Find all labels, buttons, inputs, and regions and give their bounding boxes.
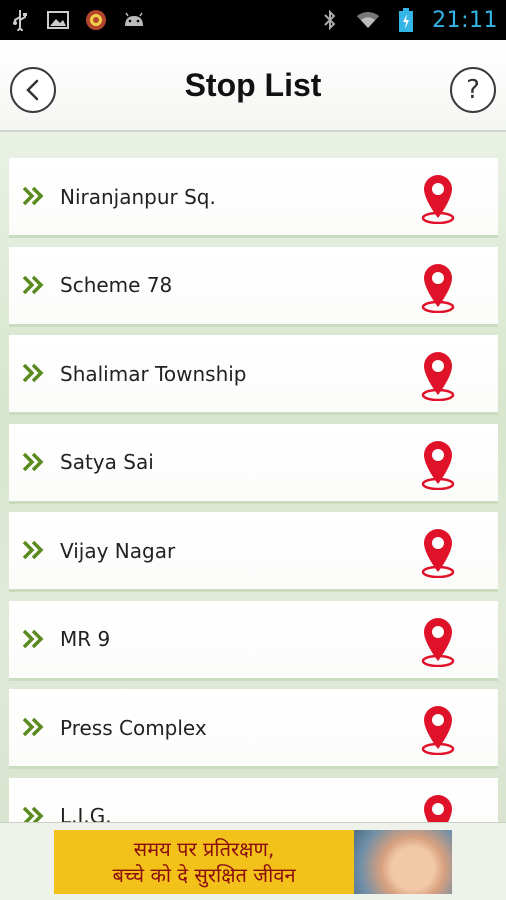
double-chevron-icon — [22, 540, 44, 560]
stop-row[interactable]: L.I.G. — [9, 777, 498, 823]
map-pin-icon[interactable] — [418, 615, 458, 667]
map-pin-icon[interactable] — [418, 349, 458, 401]
stop-row[interactable]: Niranjanpur Sq. — [9, 158, 498, 238]
banner-child-photo — [354, 830, 452, 894]
stop-name: Vijay Nagar — [60, 538, 176, 563]
usb-icon — [8, 8, 32, 32]
stop-name: Satya Sai — [60, 450, 154, 474]
bluetooth-icon — [318, 8, 342, 32]
wifi-icon — [356, 8, 380, 32]
map-pin-icon[interactable] — [418, 261, 458, 313]
map-pin-icon[interactable] — [418, 792, 458, 823]
banner-line-1: समय पर प्रतिरक्षण, — [133, 837, 275, 861]
double-chevron-icon — [22, 806, 44, 822]
banner-line-2: बच्चे को दे सुरक्षित जीवन — [112, 863, 296, 887]
stop-row[interactable]: Satya Sai — [9, 423, 498, 504]
chevron-left-icon — [26, 79, 39, 101]
map-pin-icon[interactable] — [418, 172, 458, 224]
stop-name: Shalimar Township — [60, 361, 247, 386]
page-title: Stop List — [184, 66, 322, 103]
double-chevron-icon — [22, 186, 44, 206]
stop-list-area[interactable]: Niranjanpur Sq. Scheme 78 Shalimar Townshi… — [0, 132, 506, 822]
map-pin-icon[interactable] — [418, 703, 458, 755]
android-icon — [122, 8, 146, 32]
ad-banner[interactable]: समय पर प्रतिरक्षण, बच्चे को दे सुरक्षित … — [54, 830, 452, 894]
header: Stop List ? — [0, 40, 506, 132]
help-button[interactable]: ? — [450, 67, 496, 113]
stop-row[interactable]: Scheme 78 — [9, 246, 498, 327]
status-bar: 21:11 — [0, 0, 506, 40]
stop-name: L.I.G. — [60, 804, 112, 822]
stop-row[interactable]: Press Complex — [9, 689, 498, 769]
stop-name: Niranjanpur Sq. — [60, 184, 216, 209]
stop-name: MR 9 — [60, 627, 111, 651]
stop-name: Scheme 78 — [60, 273, 173, 297]
status-time: 21:11 — [432, 7, 498, 33]
ad-banner-bar: समय पर प्रतिरक्षण, बच्चे को दे सुरक्षित … — [0, 822, 506, 900]
stop-name: Press Complex — [60, 715, 207, 740]
double-chevron-icon — [22, 629, 44, 648]
stop-row[interactable]: Shalimar Township — [9, 335, 498, 415]
map-pin-icon[interactable] — [418, 438, 458, 490]
back-button[interactable] — [10, 67, 56, 113]
image-icon — [46, 8, 70, 32]
double-chevron-icon — [22, 363, 44, 383]
double-chevron-icon — [22, 717, 44, 737]
stop-row[interactable]: Vijay Nagar — [9, 512, 498, 592]
help-icon: ? — [466, 75, 480, 105]
banner-text: समय पर प्रतिरक्षण, बच्चे को दे सुरक्षित … — [54, 836, 354, 888]
stop-row[interactable]: MR 9 — [9, 600, 498, 681]
app-badge-icon — [84, 8, 108, 32]
double-chevron-icon — [22, 452, 44, 471]
stop-list: Niranjanpur Sq. Scheme 78 Shalimar Townshi… — [9, 158, 498, 822]
battery-charging-icon — [394, 8, 418, 32]
map-pin-icon[interactable] — [418, 526, 458, 578]
double-chevron-icon — [22, 275, 44, 294]
